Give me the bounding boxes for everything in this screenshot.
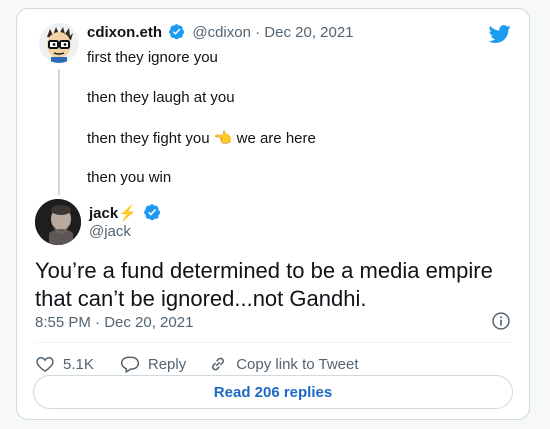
lightning-emoji: ⚡ bbox=[118, 205, 137, 222]
parent-line-1: first they ignore you bbox=[87, 49, 218, 66]
tweet-embed-card: cdixon.eth @cdixon · Dec 20, 2021 first … bbox=[16, 8, 530, 420]
twitter-bird-icon[interactable] bbox=[487, 23, 513, 45]
read-replies-button[interactable]: Read 206 replies bbox=[33, 375, 513, 409]
like-button[interactable]: 5.1K bbox=[35, 354, 94, 374]
jack-avatar[interactable] bbox=[35, 199, 81, 245]
link-icon bbox=[212, 357, 225, 371]
cdixon-avatar[interactable] bbox=[39, 23, 79, 63]
reply-label: Reply bbox=[147, 355, 187, 373]
parent-author-name[interactable]: cdixon.eth bbox=[87, 24, 162, 41]
reply-bubble-icon bbox=[120, 356, 139, 374]
reply-author-name-row: jack⚡ bbox=[89, 203, 164, 222]
reply-button[interactable]: Reply bbox=[120, 354, 186, 374]
copy-link-label: Copy link to Tweet bbox=[236, 355, 359, 373]
verified-badge-icon bbox=[169, 24, 185, 40]
parent-line-2: then they laugh at you bbox=[87, 89, 235, 106]
fight-text: then they fight you bbox=[87, 130, 210, 147]
header-separator: · bbox=[255, 24, 261, 41]
read-replies-label: Read 206 replies bbox=[213, 383, 333, 401]
pointing-hand-emoji: 👈 bbox=[213, 130, 233, 147]
profile-photo-icon bbox=[35, 199, 81, 245]
parent-author-handle[interactable]: @cdixon bbox=[192, 24, 251, 41]
thread-connector-line bbox=[58, 69, 60, 195]
info-icon[interactable] bbox=[491, 311, 511, 331]
divider bbox=[35, 342, 511, 343]
copy-link-button[interactable]: Copy link to Tweet bbox=[208, 354, 359, 374]
like-count: 5.1K bbox=[63, 355, 94, 373]
reply-author-name[interactable]: jack bbox=[89, 205, 118, 222]
verified-badge-icon bbox=[144, 204, 161, 221]
heart-icon bbox=[36, 356, 54, 372]
reply-tweet-text: You’re a fund determined to be a media e… bbox=[35, 258, 493, 311]
action-bar: 5.1K Reply Copy link to Tweet bbox=[35, 352, 359, 376]
cartoon-avatar-icon bbox=[39, 23, 79, 63]
we-are-here-text: we are here bbox=[236, 130, 316, 147]
parent-tweet-header: cdixon.eth @cdixon · Dec 20, 2021 bbox=[87, 23, 354, 43]
parent-line-4: then you win bbox=[87, 169, 172, 186]
parent-tweet-date[interactable]: Dec 20, 2021 bbox=[264, 24, 353, 41]
reply-author-handle[interactable]: @jack bbox=[89, 223, 131, 240]
parent-line-3: then they fight you 👈 we are here bbox=[87, 129, 316, 147]
tweet-timestamp[interactable]: 8:55 PM · Dec 20, 2021 bbox=[35, 314, 193, 331]
